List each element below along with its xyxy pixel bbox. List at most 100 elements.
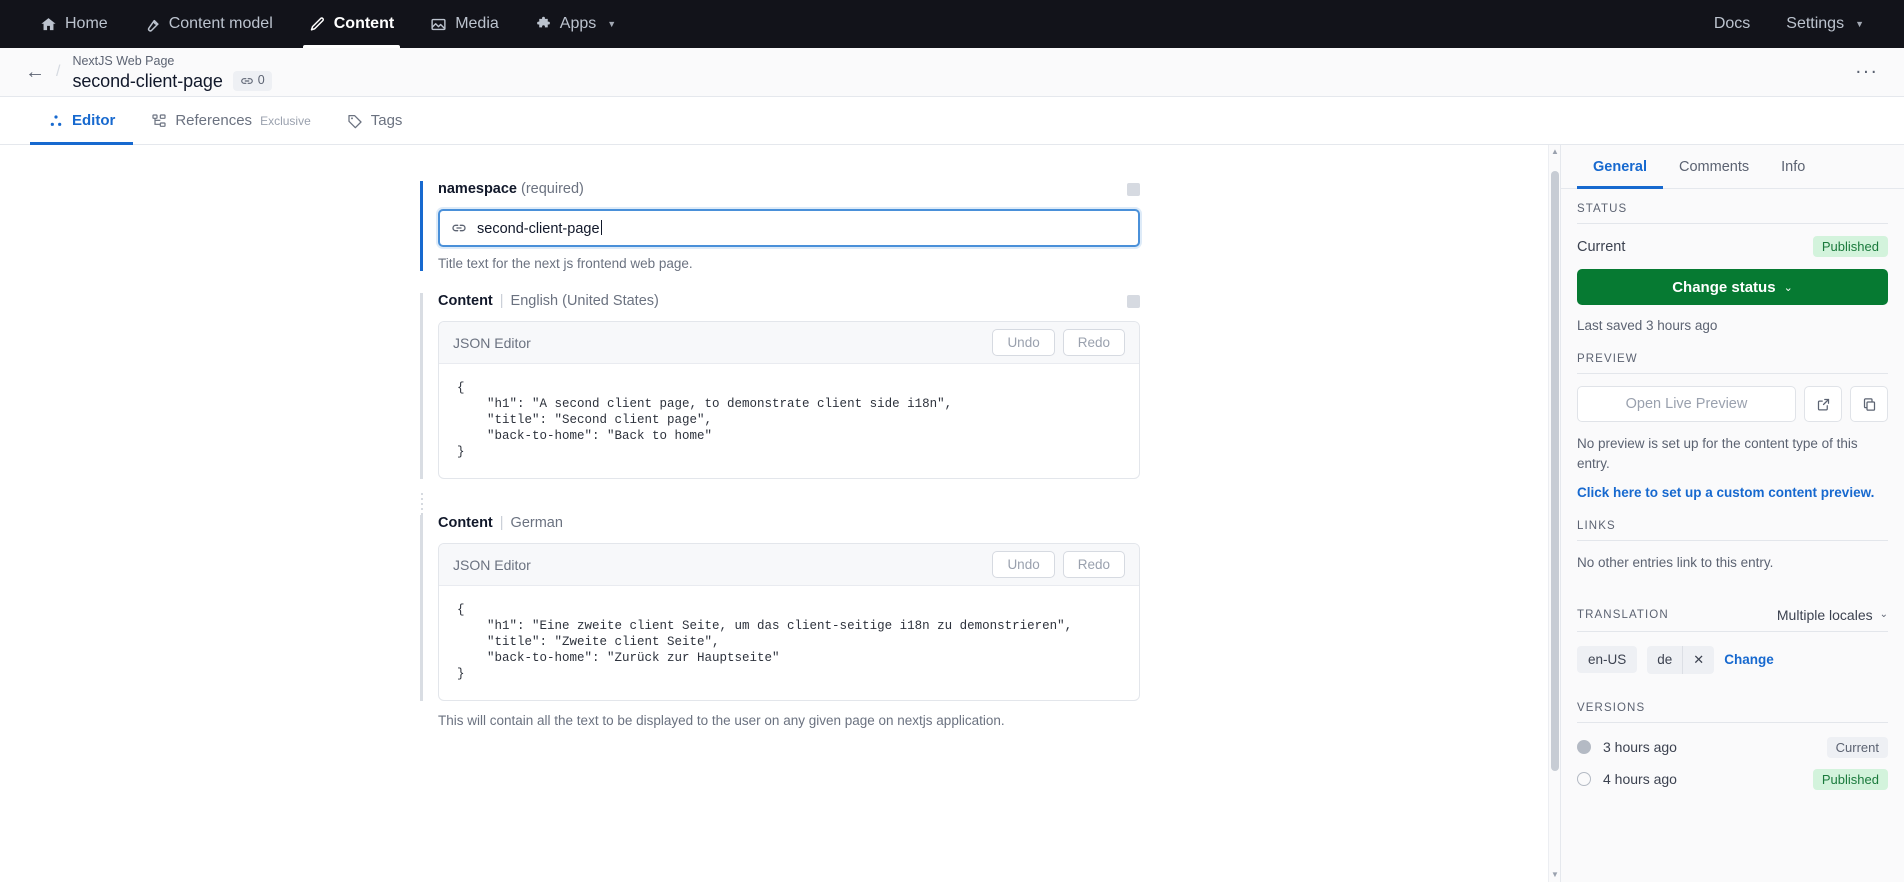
scroll-down-arrow-icon[interactable]: ▼ [1551,870,1559,880]
tab-references[interactable]: References Exclusive [133,97,328,144]
field-content-de-name: Content [438,515,493,531]
overflow-menu-icon[interactable]: ··· [1849,61,1884,84]
change-locales-link[interactable]: Change [1724,652,1774,667]
json-editor-de-title: JSON Editor [453,556,531,573]
entry-title-row: second-client-page 0 [72,70,272,93]
nav-item-media[interactable]: Media [412,0,517,48]
close-icon[interactable]: ✕ [1682,645,1714,674]
sidebar-section-preview: PREVIEW Open Live Preview No preview is … [1577,353,1888,500]
undo-button-de[interactable]: Undo [992,551,1055,578]
copy-icon [1862,397,1877,412]
json-editor-en-title: JSON Editor [453,334,531,351]
sidebar-tab-general[interactable]: General [1577,145,1663,189]
field-namespace-help: Title text for the next js frontend web … [438,256,693,271]
links-note: No other entries link to this entry. [1577,555,1774,571]
field-content-help: This will contain all the text to be dis… [438,713,1005,728]
nav-item-content-label: Content [333,15,395,32]
status-section-title: STATUS [1577,203,1888,224]
sidebar-section-translation: TRANSLATION Multiple locales ⌄ en-US de … [1577,607,1888,674]
locales-selector[interactable]: Multiple locales ⌄ [1777,607,1888,623]
nav-item-content[interactable]: Content [291,0,412,48]
entry-header-text: NextJS Web Page second-client-page 0 [72,54,272,93]
undo-button-en[interactable]: Undo [992,329,1055,356]
version-badge: Published [1812,768,1888,790]
namespace-input-value: second-client-page [477,219,602,237]
sidebar-section-versions: VERSIONS 3 hours ago Current 4 hours ago… [1577,702,1888,790]
field-content-de-label-row: Content | German [438,515,1140,531]
header-divider: / [56,63,61,80]
translation-section-header: TRANSLATION Multiple locales ⌄ [1577,607,1888,632]
text-cursor [600,219,602,235]
entry-form: namespace (required) second-client-page T… [420,181,1140,728]
tab-tags[interactable]: Tags [329,97,421,144]
entry-tab-bar: Editor References Exclusive Tags [0,97,1904,145]
version-row[interactable]: 4 hours ago Published [1577,768,1888,790]
change-status-button[interactable]: Change status ⌄ [1577,269,1888,305]
field-content-de-locale: German [510,515,563,531]
sidebar-tab-info[interactable]: Info [1765,145,1821,188]
scroll-up-arrow-icon[interactable]: ▲ [1551,147,1559,157]
nav-item-content-model[interactable]: Content model [126,0,291,48]
body-split: namespace (required) second-client-page T… [0,145,1904,882]
field-namespace-label-row: namespace (required) [438,181,1140,197]
scrollbar-thumb[interactable] [1551,171,1559,771]
locale-chip-en-us[interactable]: en-US [1577,646,1638,674]
puzzle-icon [535,16,552,33]
nav-item-home-label: Home [65,15,108,32]
tag-icon [347,113,363,129]
preview-button-row: Open Live Preview [1577,386,1888,422]
field-content-en: Content | English (United States) JSON Edi… [420,293,1140,479]
json-editor-en-content[interactable]: { "h1": "A second client page, to demons… [439,364,1139,478]
nav-item-settings[interactable]: Settings ▼ [1768,0,1882,48]
version-time: 4 hours ago [1603,771,1677,788]
wrench-icon [144,16,161,33]
field-namespace: namespace (required) second-client-page T… [420,181,1140,271]
field-namespace-required: (required) [521,181,584,197]
change-status-label: Change status [1672,278,1776,296]
back-arrow-icon[interactable]: ← [22,59,48,85]
versions-section-title: VERSIONS [1577,702,1888,723]
drag-handle-icon[interactable] [420,493,424,515]
editor-scroll-area: namespace (required) second-client-page T… [0,145,1560,882]
version-badge: Current [1826,736,1888,758]
field-content-de: Content | German JSON Editor Undo Redo { "… [420,515,1140,701]
copy-preview-url-button[interactable] [1850,386,1888,422]
json-editor-de-content[interactable]: { "h1": "Eine zweite client Seite, um da… [439,586,1139,700]
namespace-input[interactable]: second-client-page [438,209,1140,247]
field-namespace-status-indicator [1127,182,1140,196]
field-content-de-label: Content | German [438,515,563,531]
nav-item-apps-label: Apps [559,15,597,32]
sidebar-section-links: LINKS No other entries link to this entr… [1577,520,1888,573]
version-radio[interactable] [1577,772,1591,787]
tab-editor[interactable]: Editor [30,97,134,145]
references-icon [151,113,167,129]
version-radio-selected[interactable] [1577,740,1591,755]
field-content-en-locale: English (United States) [510,293,659,309]
open-live-preview-button[interactable]: Open Live Preview [1577,386,1796,422]
redo-button-de[interactable]: Redo [1062,551,1125,578]
links-count-badge[interactable]: 0 [232,71,272,91]
nav-item-apps[interactable]: Apps ▼ [517,0,634,48]
version-time: 3 hours ago [1603,739,1677,756]
namespace-input-text: second-client-page [477,220,600,237]
redo-button-en[interactable]: Redo [1062,329,1125,356]
link-icon [451,220,467,236]
status-current-row: Current Published [1577,236,1888,257]
sidebar-section-status: STATUS Current Published Change status ⌄… [1577,203,1888,333]
nav-item-docs[interactable]: Docs [1696,0,1768,48]
locale-chip-de[interactable]: de ✕ [1647,645,1715,674]
version-row[interactable]: 3 hours ago Current [1577,736,1888,758]
locale-chip-de-label: de [1657,652,1673,668]
open-external-button[interactable] [1804,386,1842,422]
field-content-en-name: Content [438,293,493,309]
locales-selector-value: Multiple locales [1776,606,1873,623]
json-editor-de: JSON Editor Undo Redo { "h1": "Eine zwei… [438,543,1140,701]
image-icon [430,16,447,33]
nav-item-home[interactable]: Home [22,0,126,48]
top-nav-left-group: Home Content model Content Media Apps ▼ [22,0,634,48]
status-badge: Published [1812,236,1888,257]
field-content-en-label: Content | English (United States) [438,293,659,309]
sidebar-tab-comments[interactable]: Comments [1663,145,1765,188]
main-scrollbar[interactable]: ▲ ▼ [1548,145,1560,882]
setup-content-preview-link[interactable]: Click here to set up a custom content pr… [1577,485,1888,500]
